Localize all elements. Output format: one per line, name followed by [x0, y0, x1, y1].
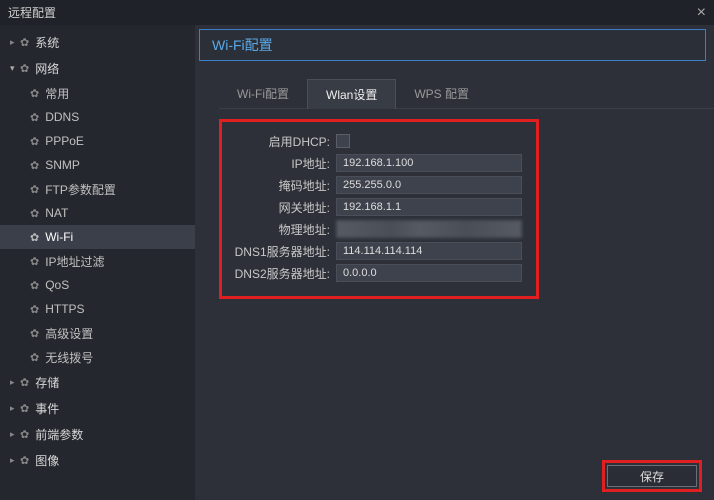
- gateway-label: 网关地址:: [230, 199, 336, 216]
- nav-item-label: 高级设置: [45, 325, 93, 342]
- gear-icon: ✿: [30, 327, 39, 340]
- dns1-input[interactable]: [336, 242, 522, 260]
- save-highlight-box: 保存: [602, 460, 702, 492]
- nav-group-存储[interactable]: ▸✿ 存储: [0, 369, 195, 395]
- mac-label: 物理地址:: [230, 221, 336, 238]
- gear-icon: ✿: [30, 111, 39, 124]
- mac-value-obscured: [336, 220, 522, 238]
- nav-item-SNMP[interactable]: ✿ SNMP: [0, 153, 195, 177]
- nav-group-label: 事件: [35, 400, 59, 417]
- gear-icon: ✿: [30, 207, 39, 220]
- titlebar: 远程配置 ×: [0, 0, 714, 25]
- mask-input[interactable]: [336, 176, 522, 194]
- nav-group-网络[interactable]: ▾✿ 网络: [0, 55, 195, 81]
- nav-group-前端参数[interactable]: ▸✿ 前端参数: [0, 421, 195, 447]
- nav-item-label: DDNS: [45, 110, 79, 124]
- footer: 保存: [602, 460, 702, 492]
- nav-item-label: HTTPS: [45, 302, 84, 316]
- nav-group-label: 前端参数: [35, 426, 83, 443]
- ip-input[interactable]: [336, 154, 522, 172]
- gear-icon: ✿: [20, 62, 29, 75]
- nav-item-label: IP地址过滤: [45, 253, 104, 270]
- mask-label: 掩码地址:: [230, 177, 336, 194]
- nav-item-DDNS[interactable]: ✿ DDNS: [0, 105, 195, 129]
- nav-group-图像[interactable]: ▸✿ 图像: [0, 447, 195, 473]
- ip-label: IP地址:: [230, 155, 336, 172]
- nav-item-label: NAT: [45, 206, 68, 220]
- nav-group-label: 存储: [35, 374, 59, 391]
- gear-icon: ✿: [30, 87, 39, 100]
- content-panel: Wi-Fi配置 Wi-Fi配置Wlan设置WPS 配置 启用DHCP: IP地址…: [195, 25, 714, 500]
- nav-item-label: SNMP: [45, 158, 80, 172]
- tab-Wlan设置[interactable]: Wlan设置: [307, 79, 396, 109]
- gear-icon: ✿: [30, 279, 39, 292]
- nav-item-label: Wi-Fi: [45, 230, 73, 244]
- gear-icon: ✿: [20, 454, 29, 467]
- close-icon[interactable]: ×: [697, 4, 706, 22]
- save-button[interactable]: 保存: [607, 465, 697, 487]
- nav-item-label: PPPoE: [45, 134, 84, 148]
- nav-item-PPPoE[interactable]: ✿ PPPoE: [0, 129, 195, 153]
- chevron-right-icon: ▸: [10, 429, 20, 440]
- nav-item-IP地址过滤[interactable]: ✿ IP地址过滤: [0, 249, 195, 273]
- gear-icon: ✿: [30, 351, 39, 364]
- gateway-input[interactable]: [336, 198, 522, 216]
- chevron-right-icon: ▸: [10, 37, 20, 48]
- gear-icon: ✿: [30, 303, 39, 316]
- dns2-input[interactable]: [336, 264, 522, 282]
- nav-item-label: 常用: [45, 85, 69, 102]
- nav-item-HTTPS[interactable]: ✿ HTTPS: [0, 297, 195, 321]
- gear-icon: ✿: [30, 255, 39, 268]
- dns1-label: DNS1服务器地址:: [230, 243, 336, 260]
- chevron-down-icon: ▾: [10, 63, 20, 74]
- nav-group-label: 网络: [35, 60, 59, 77]
- nav-item-label: 无线拨号: [45, 349, 93, 366]
- form-highlight-box: 启用DHCP: IP地址: 掩码地址: 网关地址: 物理地址: DNS1服务器地…: [219, 119, 539, 299]
- dhcp-checkbox[interactable]: [336, 134, 350, 148]
- panel-title: Wi-Fi配置: [199, 29, 706, 61]
- chevron-right-icon: ▸: [10, 403, 20, 414]
- nav-group-label: 图像: [35, 452, 59, 469]
- gear-icon: ✿: [30, 135, 39, 148]
- gear-icon: ✿: [20, 402, 29, 415]
- nav-item-FTP参数配置[interactable]: ✿ FTP参数配置: [0, 177, 195, 201]
- nav-item-QoS[interactable]: ✿ QoS: [0, 273, 195, 297]
- sidebar: ▸✿系统▾✿网络✿常用✿DDNS✿PPPoE✿SNMP✿FTP参数配置✿NAT✿…: [0, 25, 195, 500]
- nav-item-高级设置[interactable]: ✿ 高级设置: [0, 321, 195, 345]
- chevron-right-icon: ▸: [10, 377, 20, 388]
- nav-item-常用[interactable]: ✿ 常用: [0, 81, 195, 105]
- tabs: Wi-Fi配置Wlan设置WPS 配置: [219, 79, 714, 109]
- nav-group-事件[interactable]: ▸✿ 事件: [0, 395, 195, 421]
- nav-item-label: QoS: [45, 278, 69, 292]
- tab-Wi-Fi配置[interactable]: Wi-Fi配置: [219, 79, 307, 108]
- nav-group-label: 系统: [35, 34, 59, 51]
- chevron-right-icon: ▸: [10, 455, 20, 466]
- gear-icon: ✿: [30, 159, 39, 172]
- dhcp-label: 启用DHCP:: [230, 133, 336, 150]
- gear-icon: ✿: [30, 183, 39, 196]
- gear-icon: ✿: [30, 231, 39, 244]
- nav-item-Wi-Fi[interactable]: ✿ Wi-Fi: [0, 225, 195, 249]
- dns2-label: DNS2服务器地址:: [230, 265, 336, 282]
- gear-icon: ✿: [20, 428, 29, 441]
- nav-group-系统[interactable]: ▸✿ 系统: [0, 29, 195, 55]
- tab-WPS 配置[interactable]: WPS 配置: [396, 79, 487, 108]
- nav-item-label: FTP参数配置: [45, 181, 116, 198]
- gear-icon: ✿: [20, 36, 29, 49]
- gear-icon: ✿: [20, 376, 29, 389]
- nav-item-NAT[interactable]: ✿ NAT: [0, 201, 195, 225]
- nav-item-无线拨号[interactable]: ✿ 无线拨号: [0, 345, 195, 369]
- window-title: 远程配置: [8, 4, 56, 21]
